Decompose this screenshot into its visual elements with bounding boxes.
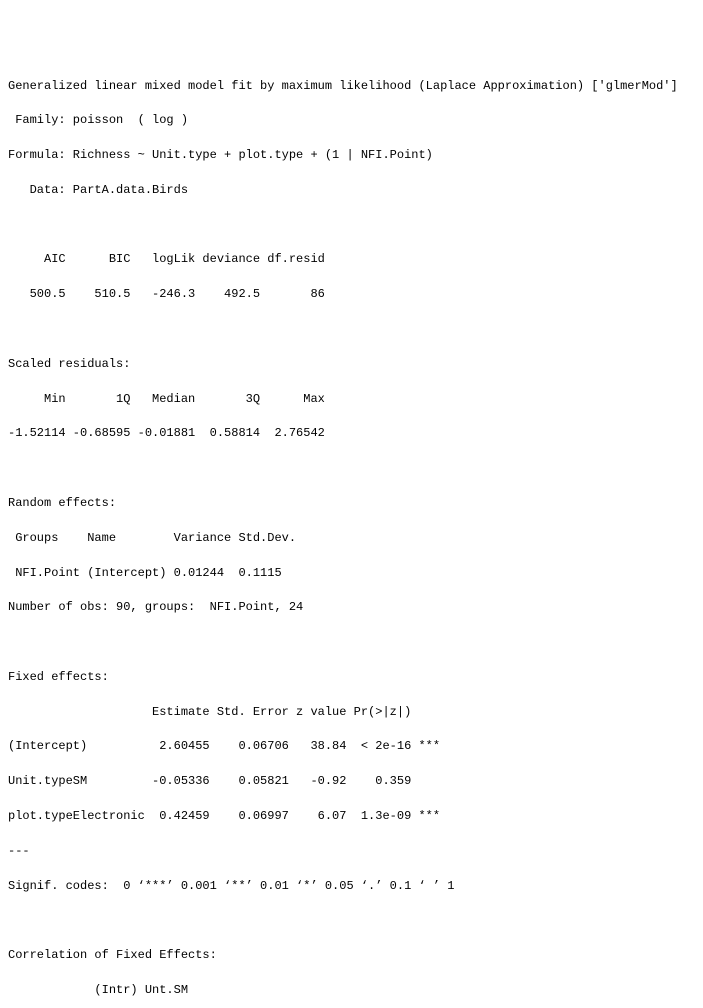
data-line: Data: PartA.data.Birds: [8, 183, 188, 197]
fitstats-header: AIC BIC logLik deviance df.resid: [8, 252, 332, 266]
residuals-values: -1.52114 -0.68595 -0.01881 0.58814 2.765…: [8, 426, 332, 440]
random-nobs: Number of obs: 90, groups: NFI.Point, 24: [8, 600, 303, 614]
fixed-row-plottype: plot.typeElectronic 0.42459 0.06997 6.07…: [8, 809, 440, 823]
formula-line: Formula: Richness ~ Unit.type + plot.typ…: [8, 148, 433, 162]
fixed-title: Fixed effects:: [8, 670, 109, 684]
random-row: NFI.Point (Intercept) 0.01244 0.1115: [8, 566, 296, 580]
separator: ---: [8, 844, 30, 858]
model-header: Generalized linear mixed model fit by ma…: [8, 79, 678, 93]
random-header: Groups Name Variance Std.Dev.: [8, 531, 296, 545]
residuals-header: Min 1Q Median 3Q Max: [8, 392, 332, 406]
fitstats-values: 500.5 510.5 -246.3 492.5 86: [8, 287, 332, 301]
corr-header: (Intr) Unt.SM: [8, 983, 188, 997]
random-title: Random effects:: [8, 496, 116, 510]
fixed-row-unittype: Unit.typeSM -0.05336 0.05821 -0.92 0.359: [8, 774, 440, 788]
residuals-title: Scaled residuals:: [8, 357, 138, 371]
family-line: Family: poisson ( log ): [8, 113, 188, 127]
fixed-row-intercept: (Intercept) 2.60455 0.06706 38.84 < 2e-1…: [8, 739, 440, 753]
signif-codes: Signif. codes: 0 ‘***’ 0.001 ‘**’ 0.01 ‘…: [8, 879, 454, 893]
fixed-header: Estimate Std. Error z value Pr(>|z|): [8, 705, 440, 719]
corr-title: Correlation of Fixed Effects:: [8, 948, 217, 962]
